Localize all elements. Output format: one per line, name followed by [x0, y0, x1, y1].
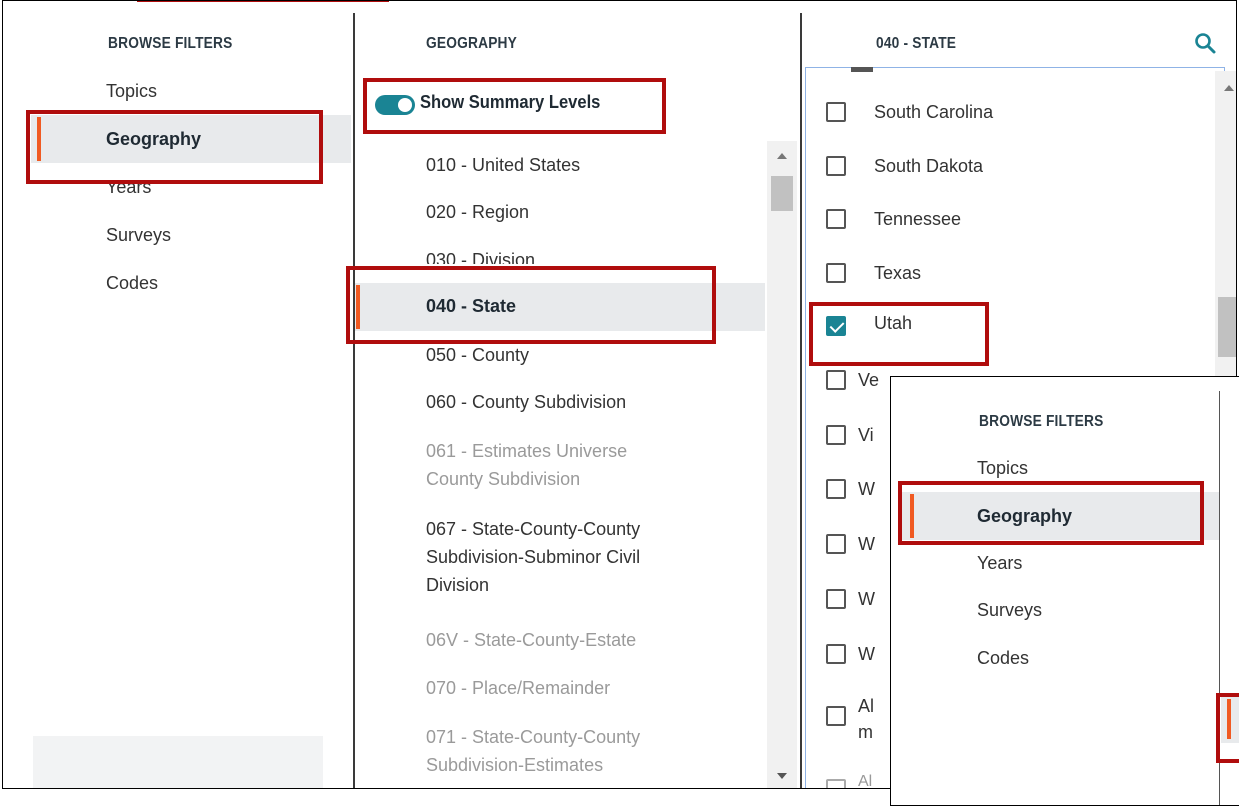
level-070[interactable]: 070 - Place/Remainder [426, 674, 610, 702]
checkbox[interactable] [826, 102, 846, 122]
checkbox[interactable] [826, 209, 846, 229]
level-06v[interactable]: 06V - State-County-Estate [426, 626, 636, 654]
inset-panel: BROWSE FILTERS Topics Geography Years Su… [890, 376, 1239, 806]
level-067-line2: Subdivision-Subminor Civil [426, 547, 641, 567]
inset-nav-item-topics[interactable]: Topics [977, 458, 1028, 479]
toggle-highlight-box [363, 78, 666, 134]
level-067-line3: Division [426, 575, 490, 595]
previous-checkbox-edge [851, 67, 873, 72]
inset-nav-item-surveys[interactable]: Surveys [977, 600, 1042, 621]
highlight-fragment [137, 1, 389, 2]
level-067[interactable]: 067 - State-County-County Subdivision-Su… [426, 515, 640, 599]
state-label-line2: m [858, 722, 873, 742]
state-label: South Carolina [874, 102, 994, 122]
sidebar-footer-shade [33, 736, 323, 788]
level-050[interactable]: 050 - County [426, 345, 529, 369]
inset-nav-item-years[interactable]: Years [977, 553, 1022, 574]
state-label: Tennessee [874, 209, 962, 229]
checkbox[interactable] [826, 156, 846, 176]
checkbox[interactable] [826, 370, 846, 390]
level-010[interactable]: 010 - United States [426, 151, 580, 179]
scroll-up-arrow[interactable] [1224, 85, 1234, 91]
geography-scrollbar[interactable] [767, 141, 797, 788]
level-071-line1: 071 - State-County-County [426, 727, 641, 747]
level-061-line1: 061 - Estimates Universe [426, 441, 628, 461]
state-label: Vi [858, 425, 874, 445]
state-label: Al m [858, 693, 874, 745]
state-label: W [858, 644, 875, 664]
geography-highlight-box [26, 110, 323, 184]
state-level-highlight-box [346, 266, 716, 344]
scroll-up-arrow[interactable] [777, 153, 787, 159]
state-label: South Dakota [874, 156, 984, 176]
inset-geography-highlight-box [898, 481, 1204, 545]
checkbox[interactable] [826, 479, 846, 499]
checkbox[interactable] [826, 263, 846, 283]
state-label: W [858, 534, 875, 554]
inset-partial-highlight-box [1216, 693, 1239, 763]
geography-header: GEOGRAPHY [426, 35, 518, 52]
checkbox[interactable] [826, 779, 846, 788]
state-header: 040 - STATE [876, 35, 957, 52]
level-067-line1: 067 - State-County-County [426, 519, 641, 539]
level-060[interactable]: 060 - County Subdivision [426, 388, 626, 416]
level-071[interactable]: 071 - State-County-County Subdivision-Es… [426, 723, 640, 779]
nav-item-topics[interactable]: Topics [106, 81, 157, 102]
nav-item-surveys[interactable]: Surveys [106, 225, 171, 246]
level-071-line2: Subdivision-Estimates [426, 755, 604, 775]
checkbox[interactable] [826, 589, 846, 609]
state-label: W [858, 589, 875, 609]
column-divider [353, 13, 355, 788]
scroll-thumb[interactable] [771, 176, 793, 211]
search-icon[interactable] [1193, 31, 1219, 57]
checkbox[interactable] [826, 644, 846, 664]
scroll-down-arrow[interactable] [777, 773, 787, 779]
level-020[interactable]: 020 - Region [426, 198, 529, 226]
state-label: W [858, 479, 875, 499]
checkbox[interactable] [826, 706, 846, 726]
scroll-thumb[interactable] [1218, 297, 1236, 357]
checkbox[interactable] [826, 534, 846, 554]
checkbox[interactable] [826, 425, 846, 445]
level-061[interactable]: 061 - Estimates Universe County Subdivis… [426, 437, 627, 493]
state-label: Texas [874, 263, 922, 283]
state-label: Al [858, 773, 873, 789]
level-061-line2: County Subdivision [426, 469, 581, 489]
inset-browse-filters-header: BROWSE FILTERS [979, 413, 1104, 430]
inset-nav-item-codes[interactable]: Codes [977, 648, 1029, 669]
state-label-line1: Al [858, 696, 875, 716]
utah-highlight-box [809, 302, 989, 366]
column-divider [800, 13, 802, 788]
nav-item-codes[interactable]: Codes [106, 273, 158, 294]
state-label: Ve [858, 370, 880, 390]
browse-filters-header: BROWSE FILTERS [108, 35, 233, 52]
